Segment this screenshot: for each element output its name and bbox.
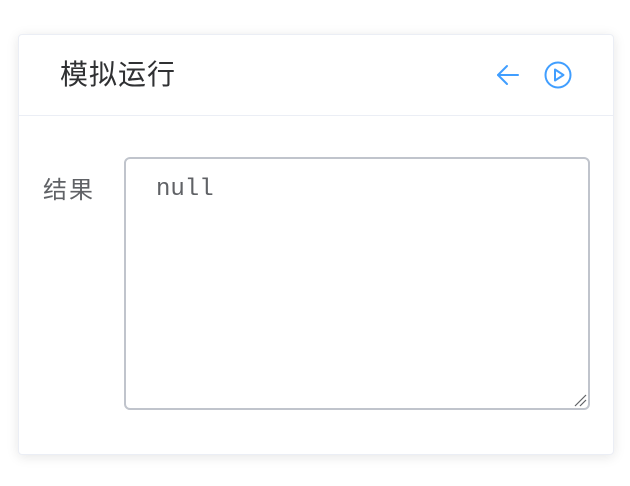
card-title: 模拟运行 xyxy=(60,58,177,91)
card-header: 模拟运行 xyxy=(19,35,613,116)
run-button[interactable] xyxy=(543,60,573,90)
result-label: 结果 xyxy=(43,176,95,204)
card-body: 结果 xyxy=(19,116,613,456)
play-circle-icon xyxy=(544,61,572,89)
arrow-left-icon xyxy=(497,65,519,85)
resize-handle-icon[interactable] xyxy=(571,391,587,407)
result-textarea[interactable] xyxy=(124,157,590,410)
simulation-card: 模拟运行 结果 xyxy=(18,34,614,455)
back-button[interactable] xyxy=(493,60,523,90)
